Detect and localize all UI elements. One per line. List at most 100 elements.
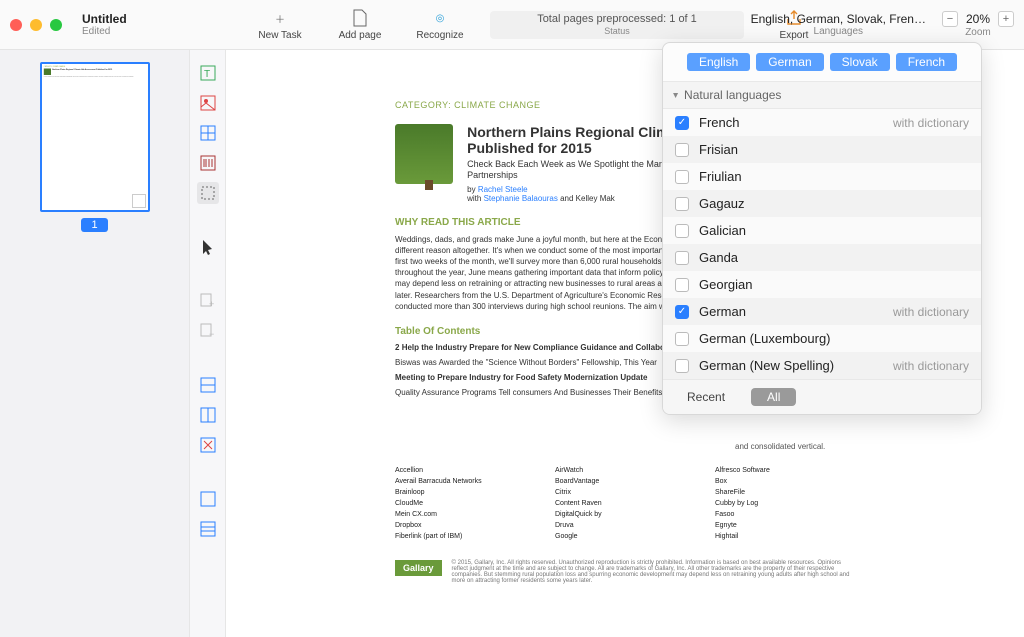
zoom-out-button[interactable]: − [942, 11, 958, 27]
language-name: German [699, 304, 746, 319]
vendor-cell: Hightail [715, 533, 855, 540]
pointer-tool[interactable] [197, 236, 219, 258]
split-h-tool[interactable] [197, 374, 219, 396]
vendor-cell: Dropbox [395, 522, 535, 529]
add-area-tool[interactable]: + [197, 290, 219, 312]
text-tool[interactable]: T [197, 62, 219, 84]
language-name: Friulian [699, 169, 742, 184]
page-footer: Gallary © 2015, Gallary, Inc. All rights… [395, 560, 855, 584]
checkbox[interactable] [675, 197, 689, 211]
minimize-window[interactable] [30, 19, 42, 31]
vendor-cell: Accellion [395, 467, 535, 474]
checkbox[interactable] [675, 251, 689, 265]
recognize-icon: ◎ [430, 8, 450, 28]
new-task-button[interactable]: ＋ New Task [250, 8, 310, 41]
vendor-cell: Citrix [555, 489, 695, 496]
vendor-cell: Alfresco Software [715, 467, 855, 474]
recognize-button[interactable]: ◎ Recognize [410, 8, 470, 41]
language-name: Galician [699, 223, 746, 238]
language-name: Ganda [699, 250, 738, 265]
language-pill[interactable]: English [687, 53, 750, 71]
language-name: French [699, 115, 739, 130]
languages-dropdown[interactable]: English, German, Slovak, Fren… Languages [751, 12, 926, 37]
language-row[interactable]: Friulian [663, 163, 981, 190]
language-row[interactable]: German (Luxembourg) [663, 325, 981, 352]
svg-text:+: + [209, 299, 214, 309]
vendor-cell: Google [555, 533, 695, 540]
dictionary-label: with dictionary [893, 359, 969, 373]
vendor-cell: Mein CX.com [395, 511, 535, 518]
language-name: German (New Spelling) [699, 358, 834, 373]
language-row[interactable]: Ganda [663, 244, 981, 271]
section-header[interactable]: ▸ Natural languages [663, 81, 981, 109]
page-number-badge: 1 [81, 218, 107, 232]
language-pill[interactable]: French [896, 53, 957, 71]
checkbox[interactable] [675, 143, 689, 157]
split-v-tool[interactable] [197, 404, 219, 426]
page-icon [350, 8, 370, 28]
vendor-cell: Egnyte [715, 522, 855, 529]
language-row[interactable]: Gagauz [663, 190, 981, 217]
popover-tabs: Recent All [663, 379, 981, 414]
checkbox[interactable]: ✓ [675, 305, 689, 319]
vendor-cell: Box [715, 478, 855, 485]
window-controls [10, 19, 62, 31]
checkbox[interactable] [675, 359, 689, 373]
language-row[interactable]: Frisian [663, 136, 981, 163]
vendor-columns: Accellion AirWatch Alfresco Software Averai… [395, 467, 855, 540]
zoom-in-button[interactable]: + [998, 11, 1014, 27]
close-window[interactable] [10, 19, 22, 31]
tab-recent[interactable]: Recent [671, 388, 741, 406]
vendor-cell: Cubby by Log [715, 500, 855, 507]
barcode-tool[interactable] [197, 152, 219, 174]
dictionary-label: with dictionary [893, 116, 969, 130]
language-name: Frisian [699, 142, 738, 157]
image-tool[interactable] [197, 92, 219, 114]
language-popover: English German Slovak French ▸ Natural lang… [662, 42, 982, 415]
dictionary-label: with dictionary [893, 305, 969, 319]
vendor-cell: Brainloop [395, 489, 535, 496]
language-pill[interactable]: Slovak [830, 53, 890, 71]
remove-area-tool[interactable]: − [197, 320, 219, 342]
merge-tool[interactable] [197, 488, 219, 510]
language-row[interactable]: German (New Spelling) with dictionary [663, 352, 981, 379]
checkbox[interactable] [675, 170, 689, 184]
selected-languages-segment: English German Slovak French [663, 43, 981, 81]
svg-text:−: − [209, 329, 214, 339]
vendor-cell: Fiberlink (part of IBM) [395, 533, 535, 540]
table-tool[interactable] [197, 122, 219, 144]
page-thumbnail[interactable]: CATEGORY: CLIMATE CHANGE Northern Plains… [40, 62, 150, 212]
vendor-cell: CloudMe [395, 500, 535, 507]
language-row[interactable]: ✓ French with dictionary [663, 109, 981, 136]
status-text: Total pages preprocessed: 1 of 1 [537, 13, 697, 25]
language-row[interactable]: Georgian [663, 271, 981, 298]
vendor-cell: Fasoo [715, 511, 855, 518]
checkbox[interactable]: ✓ [675, 116, 689, 130]
language-name: German (Luxembourg) [699, 331, 831, 346]
language-row[interactable]: Galician [663, 217, 981, 244]
checkbox[interactable] [675, 332, 689, 346]
window-subtitle: Edited [82, 26, 127, 37]
split-tool[interactable] [197, 518, 219, 540]
status-field: Total pages preprocessed: 1 of 1 Status [490, 11, 744, 39]
maximize-window[interactable] [50, 19, 62, 31]
vendor-cell: Averail Barracuda Networks [395, 478, 535, 485]
chevron-down-icon: ▸ [670, 92, 681, 97]
zoom-value: 20% [966, 12, 990, 26]
svg-text:T: T [204, 69, 210, 80]
language-name: Gagauz [699, 196, 745, 211]
selection-tool[interactable] [197, 182, 219, 204]
checkbox[interactable] [675, 224, 689, 238]
plus-icon: ＋ [270, 8, 290, 28]
fold-icon [132, 194, 146, 208]
delete-row-tool[interactable] [197, 434, 219, 456]
language-row[interactable]: ✓ German with dictionary [663, 298, 981, 325]
tab-all[interactable]: All [751, 388, 796, 406]
article-image [395, 124, 453, 184]
add-page-button[interactable]: Add page [330, 8, 390, 41]
checkbox[interactable] [675, 278, 689, 292]
language-pill[interactable]: German [756, 53, 823, 71]
vendor-cell: AirWatch [555, 467, 695, 474]
zoom-control: − 20% + Zoom [942, 11, 1014, 38]
status-label: Status [604, 26, 630, 36]
